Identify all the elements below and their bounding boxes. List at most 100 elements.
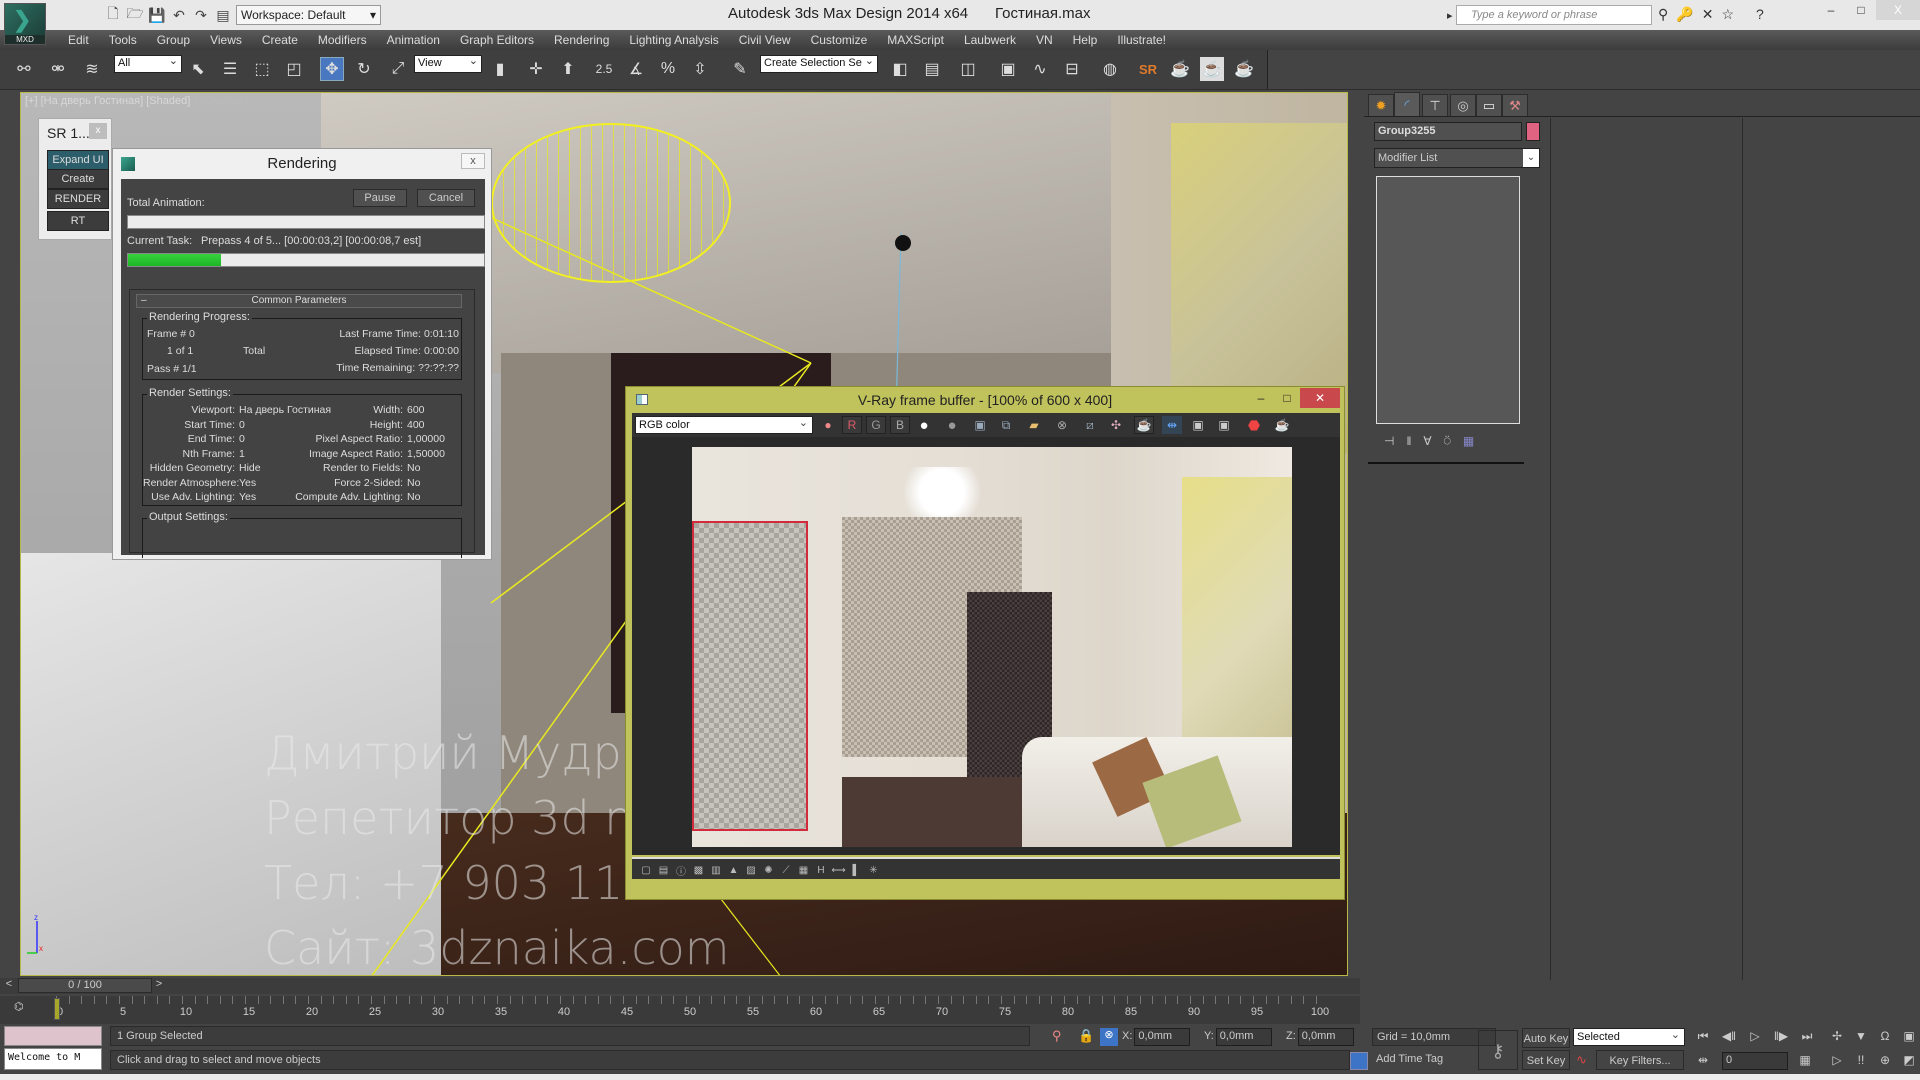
menu-item-rendering[interactable]: Rendering — [544, 32, 619, 48]
key-mode-toggle-icon[interactable]: ⇹ — [1692, 1050, 1714, 1070]
new-file-icon[interactable]: 🗋 — [104, 5, 122, 24]
green-channel-button[interactable]: G — [866, 416, 886, 434]
star-icon[interactable]: ✳ — [866, 862, 882, 878]
menu-item-customize[interactable]: Customize — [801, 32, 878, 48]
time-slider[interactable]: < 0 / 100 > — [0, 978, 1360, 994]
x-field[interactable]: 0,0mm — [1134, 1028, 1191, 1046]
edit-named-selection-icon[interactable]: ✎ — [728, 57, 752, 81]
rendered-frame-window-icon[interactable]: ☕ — [1200, 57, 1224, 81]
vfb-titlebar[interactable]: V-Ray frame buffer - [100% of 600 x 400]… — [626, 387, 1344, 413]
render-channel-dropdown[interactable]: RGB color — [635, 416, 813, 434]
z-field[interactable]: 0,0mm — [1297, 1028, 1354, 1046]
close-button[interactable]: X — [1876, 0, 1920, 20]
redo-icon[interactable]: ↷ — [192, 6, 210, 24]
rectangular-selection-icon[interactable]: ⬚ — [250, 57, 274, 81]
remove-modifier-icon[interactable]: ⍥ — [1444, 434, 1451, 449]
time-slider-thumb[interactable]: 0 / 100 — [18, 978, 152, 993]
spinner-snap-icon[interactable]: ⇳ — [688, 57, 712, 81]
workspace-dropdown[interactable]: Workspace: Default ▾ — [236, 5, 381, 25]
hsl-icon[interactable]: ▩ — [691, 862, 707, 878]
menu-item-modifiers[interactable]: Modifiers — [308, 32, 377, 48]
walk-through-icon[interactable]: ▼ — [1850, 1026, 1872, 1046]
object-name-field[interactable]: Group3255 — [1374, 122, 1522, 141]
go-to-start-icon[interactable]: ⏮ — [1692, 1026, 1714, 1046]
cancel-button[interactable]: Cancel — [417, 189, 475, 207]
modify-tab[interactable]: ◜ — [1394, 92, 1420, 116]
object-color-swatch[interactable] — [1526, 122, 1540, 141]
vfb-maximize-button[interactable]: □ — [1274, 388, 1300, 408]
menu-item-graph-editors[interactable]: Graph Editors — [450, 32, 544, 48]
selection-lock-icon[interactable]: 🔒 — [1078, 1028, 1094, 1044]
display-correction-icon[interactable]: ▢ — [638, 862, 654, 878]
help-icon[interactable]: ? — [1756, 6, 1764, 23]
current-frame-field[interactable]: 0 — [1722, 1052, 1788, 1070]
selection-filter-dropdown[interactable]: All — [114, 54, 182, 73]
menu-item-help[interactable]: Help — [1063, 32, 1108, 48]
lens-icon[interactable]: ▌ — [848, 862, 864, 878]
undo-icon[interactable]: ↶ — [170, 6, 188, 24]
scene-explorer-icon[interactable]: ▣ — [996, 57, 1020, 81]
auto-key-button[interactable]: Auto Key — [1522, 1028, 1570, 1048]
zoom-extents-icon[interactable]: !! — [1850, 1050, 1872, 1070]
app-menu-button[interactable]: ❯ MXD — [4, 3, 46, 45]
toggle-viewport-icon[interactable]: ◩ — [1898, 1050, 1920, 1070]
white-circle-icon[interactable]: ● — [914, 416, 934, 434]
key-icon[interactable]: 🔑 — [1676, 6, 1693, 23]
info-icon[interactable]: ⓘ — [673, 862, 689, 878]
align-icon[interactable]: ▤ — [920, 57, 944, 81]
set-key-button[interactable]: Set Key — [1522, 1050, 1570, 1070]
menu-item-lighting-analysis[interactable]: Lighting Analysis — [619, 32, 728, 48]
save-all-icon[interactable]: ⧉ — [996, 416, 1016, 434]
star-icon[interactable]: ☆ — [1721, 6, 1734, 23]
red-channel-button[interactable]: R — [842, 416, 862, 434]
histogram-icon[interactable]: ▲ — [726, 862, 742, 878]
select-and-scale-icon[interactable]: ⤢ — [386, 57, 410, 81]
render-button[interactable]: RENDER — [47, 189, 109, 209]
search-input[interactable]: Type a keyword or phrase — [1447, 5, 1652, 25]
select-and-link-icon[interactable]: ⚯ — [12, 57, 36, 81]
select-and-rotate-icon[interactable]: ↻ — [352, 57, 376, 81]
viewport-menu-plus[interactable]: [+] — [25, 95, 38, 107]
teapot-icon[interactable]: ☕ — [1272, 416, 1292, 434]
save-image-icon[interactable]: ▣ — [970, 416, 990, 434]
mirror-icon[interactable]: ◧ — [888, 57, 912, 81]
stop-icon[interactable]: ⬣ — [1244, 416, 1264, 434]
snaps-toggle-icon[interactable]: 2.5 — [592, 57, 616, 81]
unlink-icon[interactable]: ⚮ — [46, 57, 70, 81]
menu-item-create[interactable]: Create — [252, 32, 308, 48]
region-render-icon[interactable]: ☕ — [1134, 416, 1154, 434]
viewport-label[interactable]: [+] [На дверь Гостиная] [Shaded] <<Disab… — [25, 95, 262, 107]
default-tangent-icon[interactable]: ∿ — [1576, 1052, 1587, 1068]
vfb-image-canvas[interactable] — [632, 437, 1340, 855]
rendering-dialog-titlebar[interactable]: Rendering x — [113, 149, 491, 179]
curve-icon[interactable]: ⟋ — [778, 862, 794, 878]
duplicate-icon[interactable]: ⧄ — [1080, 416, 1100, 434]
curves-icon[interactable]: ▨ — [743, 862, 759, 878]
previous-frame-button[interactable]: < — [2, 978, 16, 993]
pause-button[interactable]: Pause — [353, 189, 407, 207]
curve-editor-icon[interactable]: ∿ — [1028, 57, 1052, 81]
angle-snap-icon[interactable]: ∡ — [624, 57, 648, 81]
maxscript-mini-listener[interactable]: Welcome to M — [4, 1048, 102, 1070]
display-tab[interactable]: ▭ — [1476, 94, 1502, 116]
hierarchy-tab[interactable]: ⊤ — [1422, 94, 1448, 116]
reference-coordinate-dropdown[interactable]: View — [414, 54, 482, 73]
vfb-close-button[interactable]: ✕ — [1300, 388, 1340, 408]
menu-item-tools[interactable]: Tools — [99, 32, 147, 48]
next-frame-icon[interactable]: ‖▶ — [1770, 1026, 1792, 1046]
motion-tab[interactable]: ◎ — [1450, 94, 1476, 116]
utilities-tab[interactable]: ⚒ — [1502, 94, 1528, 116]
make-unique-icon[interactable]: ∀ — [1423, 434, 1431, 448]
menu-item-maxscript[interactable]: MAXScript — [877, 32, 954, 48]
key-mode-dropdown[interactable]: Selected — [1573, 1028, 1685, 1046]
menu-item-laubwerk[interactable]: Laubwerk — [954, 32, 1026, 48]
menu-item-views[interactable]: Views — [200, 32, 252, 48]
menu-item-edit[interactable]: Edit — [58, 32, 99, 48]
rt-button[interactable]: RT — [47, 211, 109, 231]
percent-snap-icon[interactable]: % — [656, 57, 680, 81]
play-icon[interactable]: ▷ — [1744, 1026, 1766, 1046]
rendering-dialog-close-button[interactable]: x — [461, 153, 485, 169]
maximize-viewport-icon[interactable]: ▣ — [1898, 1026, 1920, 1046]
save-icon[interactable]: 💾 — [148, 6, 166, 24]
menu-item-animation[interactable]: Animation — [377, 32, 450, 48]
